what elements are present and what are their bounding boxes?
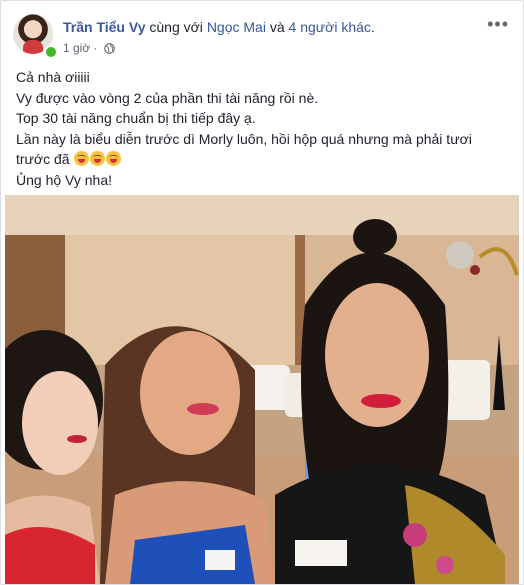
post-header: Trần Tiểu Vy cùng với Ngọc Mai và 4 ngườ… (1, 1, 523, 65)
more-options-icon[interactable]: ••• (487, 15, 509, 33)
tagged-others[interactable]: 4 người khác (289, 19, 371, 35)
post-title-line: Trần Tiểu Vy cùng với Ngọc Mai và 4 ngườ… (63, 19, 375, 35)
author-name[interactable]: Trần Tiểu Vy (63, 19, 145, 35)
post-line-4-wrap: Lần này là biểu diễn trước dì Morly luôn… (16, 129, 506, 170)
laughing-face-icon (74, 151, 90, 166)
post-timestamp[interactable]: 1 giờ (63, 41, 90, 55)
meta-separator: · (93, 41, 98, 55)
avatar-dress (23, 40, 43, 54)
post-line-2: Vy được vào vòng 2 của phần thi tài năng… (16, 89, 319, 106)
post-text: Cả nhà ơiiiii Vy được vào vòng 2 của phầ… (16, 67, 506, 190)
laughing-face-icon (90, 151, 106, 166)
globe-icon[interactable] (104, 42, 116, 54)
post-line-1: Cả nhà ơiiiii (16, 69, 90, 85)
laughing-face-icon (106, 151, 122, 166)
tagged-person[interactable]: Ngọc Mai (207, 19, 266, 35)
online-status-dot (44, 45, 58, 59)
post-line-5: Ủng hộ Vy nha! (16, 171, 112, 188)
and-text: và (269, 19, 285, 35)
title-period: . (370, 19, 375, 35)
facebook-post: Trần Tiểu Vy cùng với Ngọc Mai và 4 ngườ… (0, 0, 524, 585)
post-photo[interactable] (5, 195, 519, 584)
post-line-3: Top 30 tài năng chuẩn bị thi tiếp đây ạ. (16, 110, 256, 126)
photo-illustration (5, 195, 519, 584)
post-meta: 1 giờ · (63, 41, 116, 55)
with-text: cùng với (149, 19, 203, 35)
